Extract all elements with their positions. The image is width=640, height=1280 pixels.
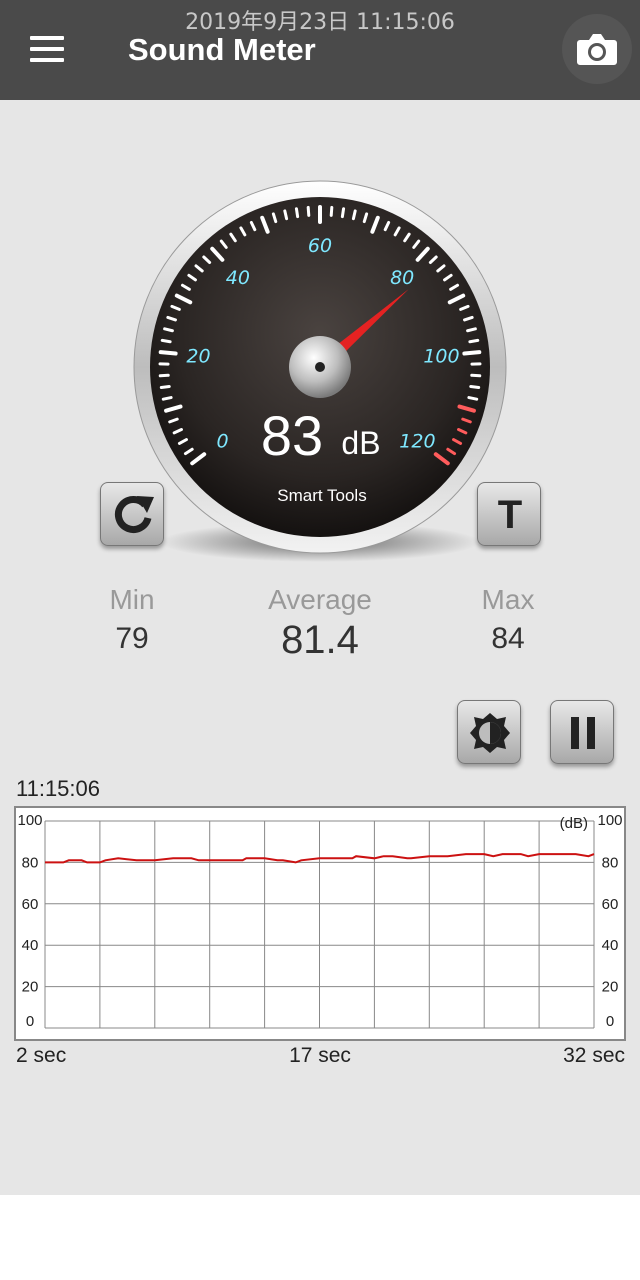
min-label: Min [109,584,155,615]
x-tick-label-end: 32 sec [563,1044,625,1067]
y-tick-label-right: 80 [602,854,619,871]
gauge-scale-label: 100 [423,346,459,368]
reset-button[interactable] [100,482,164,546]
stat-max: Max 84 [448,584,568,656]
gauge-tick [329,205,334,217]
gauge-tick [340,207,346,219]
gauge-tick [466,327,477,333]
svg-text:T: T [498,493,522,537]
y-tick-label-left: 0 [26,1013,34,1030]
y-tick-label-left: 60 [22,896,39,913]
max-value: 84 [491,622,525,655]
gauge-tick [294,207,300,219]
gauge-tick [351,209,357,221]
threshold-button[interactable]: T [477,482,541,546]
gauge-scale-label: 40 [226,267,250,289]
app-bar: 2019年9月23日 11:15:06 Sound Meter [0,0,640,100]
gauge-tick [158,350,178,356]
gauge-tick [467,396,479,401]
threshold-icon: T [498,493,522,537]
gauge-tick [283,209,289,221]
stat-min: Min 79 [72,584,192,656]
gauge-tick [468,338,480,344]
gauge-reading: 83 [261,404,323,467]
y-tick-label-left: 40 [22,937,39,954]
min-value: 79 [115,622,149,655]
gauge-scale-label: 60 [308,235,332,257]
max-label: Max [481,584,535,615]
decibel-history-chart: 100 100 80 80 60 60 40 40 20 20 0 0 (dB) [14,806,626,1041]
chart-time-label: 11:15:06 [16,776,101,801]
gauge-tick [469,384,481,390]
gauge-scale-label: 0 [217,430,229,452]
gauge-tick [161,396,173,401]
y-tick-label-left: 80 [22,854,39,871]
sound-gauge: 0 20 40 60 80 100 120 83 dB Smart Tools [133,180,507,562]
status-datetime: 2019年9月23日 11:15:06 [185,10,455,35]
y-tick-label-right: 20 [602,979,619,996]
y-tick-label-left: 100 [17,812,42,829]
y-tick-label-left: 20 [22,979,39,996]
gauge-tick [306,205,311,217]
pause-icon [571,717,595,749]
brightness-icon [470,713,510,753]
main-content: 0 20 40 60 80 100 120 83 dB Smart Tools T Min … [0,100,640,1195]
x-tick-label-mid: 17 sec [289,1044,351,1067]
y-tick-label-right: 60 [602,896,619,913]
gauge-scale-label: 120 [399,430,435,452]
average-label: Average [268,584,372,615]
brand-label: Smart Tools [277,486,366,505]
y-tick-label-right: 100 [597,812,622,829]
refresh-icon [114,496,154,533]
app-title: Sound Meter [128,32,316,67]
camera-button[interactable] [562,14,632,84]
chart-unit-label: (dB) [560,815,588,832]
pause-button[interactable] [550,700,614,764]
brightness-button[interactable] [457,700,521,764]
gauge-scale-label: 80 [390,267,414,289]
y-tick-label-right: 40 [602,937,619,954]
x-tick-label-start: 2 sec [16,1044,67,1067]
hamburger-menu-icon[interactable] [30,36,70,66]
gauge-tick [159,384,171,390]
y-tick-label-right: 0 [606,1013,614,1030]
average-value: 81.4 [281,618,359,662]
gauge-tick [160,338,172,344]
gauge-tick [462,350,482,356]
gauge-scale-label: 20 [186,346,210,368]
gauge-unit: dB [341,425,380,461]
camera-icon [577,34,617,65]
stat-average: Average 81.4 [230,584,410,663]
gauge-tick [163,327,174,333]
